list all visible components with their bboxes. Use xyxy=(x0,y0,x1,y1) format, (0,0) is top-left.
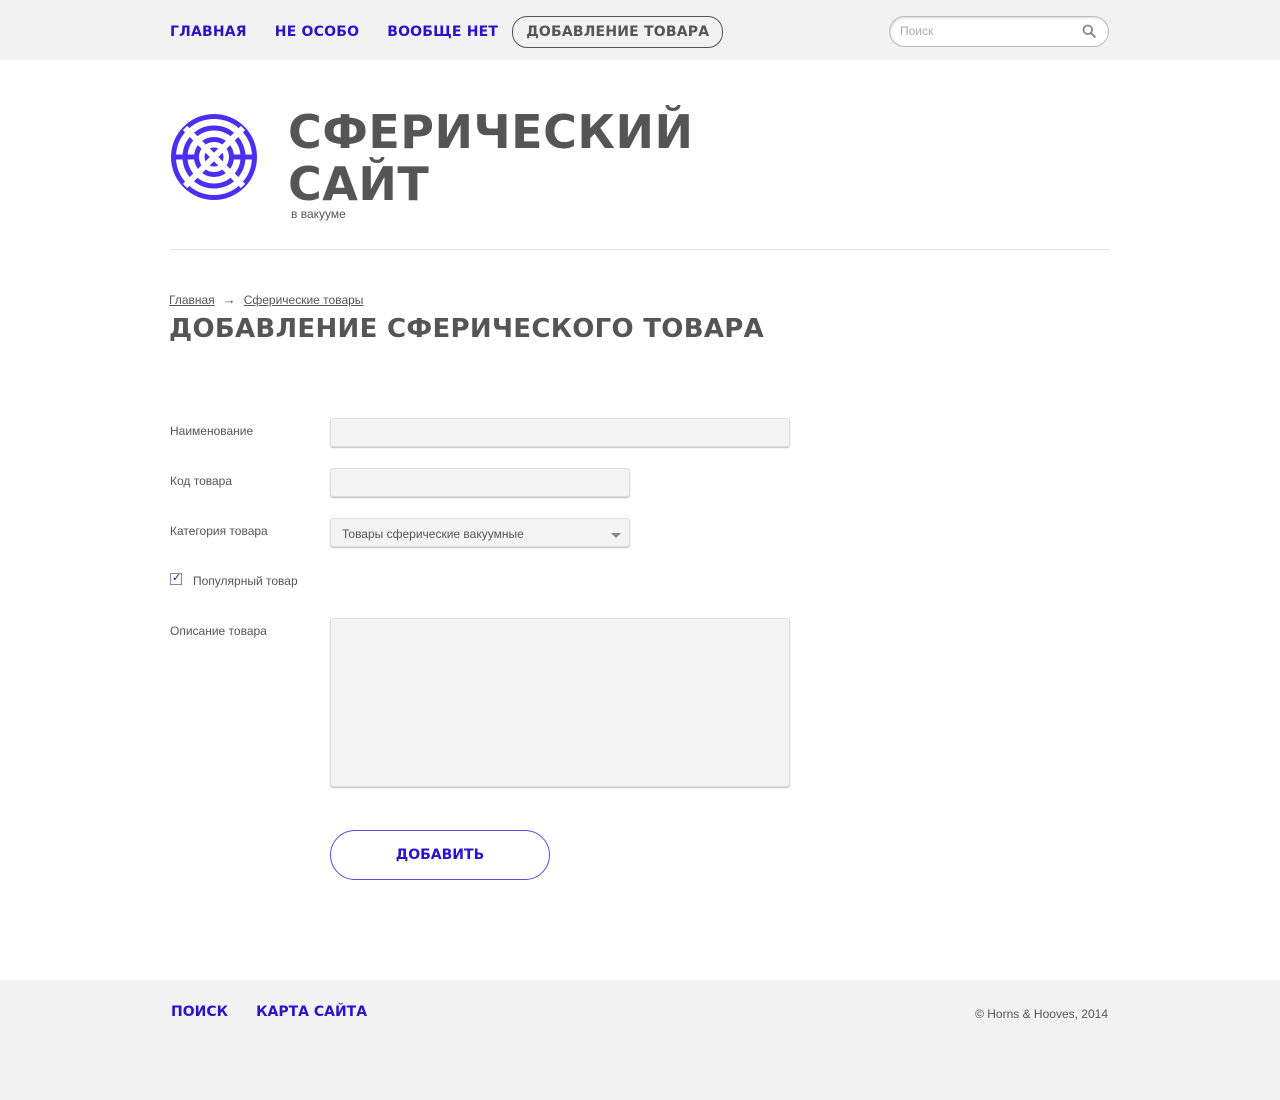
breadcrumb-link-home[interactable]: Главная xyxy=(169,293,215,307)
checkmark-icon: ✓ xyxy=(172,572,182,584)
add-product-button[interactable]: Добавить xyxy=(330,830,550,880)
header-divider xyxy=(170,249,1110,250)
nav-item-home[interactable]: Главная xyxy=(170,17,247,47)
breadcrumb-link-spherical-products[interactable]: Сферические товары xyxy=(244,293,364,307)
search-icon[interactable] xyxy=(1082,24,1096,38)
name-label: Наименование xyxy=(170,424,254,438)
category-label: Категория товара xyxy=(170,524,268,538)
name-field[interactable] xyxy=(331,419,789,446)
name-field-wrapper xyxy=(330,418,790,447)
footer: Поиск Карта сайта © Horns & Hooves, 2014 xyxy=(0,980,1280,1100)
description-label: Описание товара xyxy=(170,624,267,638)
site-subtitle: в вакууме xyxy=(291,207,346,221)
nav-item-not-really[interactable]: Не особо xyxy=(275,17,359,47)
code-label: Код товара xyxy=(170,474,233,488)
popular-checkbox-label[interactable]: Популярный товар xyxy=(193,574,298,588)
description-field[interactable] xyxy=(331,619,789,786)
site-title: Сферический сайт xyxy=(288,105,694,211)
popular-checkbox[interactable]: ✓ xyxy=(170,572,182,585)
top-navigation-bar: Главная Не особо Вообще нет Добавление т… xyxy=(0,0,1280,60)
footer-link-search[interactable]: Поиск xyxy=(171,1004,228,1020)
main-content: Сферический сайт в вакууме Главная → Сфе… xyxy=(0,60,1280,980)
search-box xyxy=(889,16,1109,47)
search-input[interactable] xyxy=(900,24,1080,38)
footer-link-sitemap[interactable]: Карта сайта xyxy=(256,1004,367,1020)
copyright: © Horns & Hooves, 2014 xyxy=(975,1007,1108,1021)
breadcrumb-arrow-icon: → xyxy=(222,292,236,307)
code-field-wrapper xyxy=(330,468,630,497)
chevron-down-icon xyxy=(611,533,621,538)
footer-nav: Поиск Карта сайта xyxy=(171,1004,395,1020)
page-title: Добавление сферического товара xyxy=(169,314,765,344)
main-nav: Главная Не особо Вообще нет Добавление т… xyxy=(170,16,751,48)
description-field-wrapper xyxy=(330,618,790,787)
nav-item-not-at-all[interactable]: Вообще нет xyxy=(387,17,498,47)
breadcrumb: Главная → Сферические товары xyxy=(169,292,363,307)
category-select[interactable]: Товары сферические вакуумные xyxy=(330,518,630,547)
concentric-sphere-logo[interactable] xyxy=(170,113,258,201)
nav-item-add-product[interactable]: Добавление товара xyxy=(512,16,724,48)
code-field[interactable] xyxy=(331,469,629,496)
category-select-value: Товары сферические вакуумные xyxy=(342,527,524,541)
